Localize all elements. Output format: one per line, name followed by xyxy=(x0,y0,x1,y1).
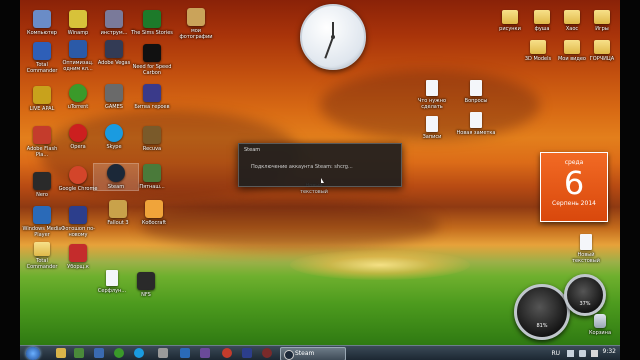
winamp-icon xyxy=(69,10,87,28)
utorrent-icon xyxy=(69,84,87,102)
steam-connect-dialog[interactable]: Steam Подключение аккаунта Steam: shcrg.… xyxy=(238,143,402,187)
desktop-doc-new-text[interactable]: Новый текстовый xyxy=(564,234,608,264)
cleaner-icon xyxy=(69,244,87,262)
taskbar: Steam RU 9:32 xyxy=(0,345,640,360)
nfs2-icon xyxy=(137,272,155,290)
desktop-doc-todo[interactable]: Что нужно сделать xyxy=(410,80,454,110)
taskbar-explorer-icon[interactable] xyxy=(56,348,66,358)
taskbar-app-icon[interactable] xyxy=(94,348,104,358)
desktop-folder-gorchica[interactable]: ГОРЧИЦА xyxy=(580,40,624,62)
photoshop-icon xyxy=(69,206,87,224)
games-icon xyxy=(105,84,123,102)
chrome-icon xyxy=(69,166,87,184)
desktop-icon-nfs2[interactable]: NFS xyxy=(124,272,168,298)
photos-icon xyxy=(187,8,205,26)
taskbar-opera-icon[interactable] xyxy=(180,348,190,358)
language-indicator[interactable]: RU xyxy=(551,350,560,357)
taskbar-skype-icon[interactable] xyxy=(134,348,144,358)
desktop-doc-new-note[interactable]: Новая заметка xyxy=(454,112,498,136)
folder-icon xyxy=(594,10,610,24)
mouse-cursor-icon xyxy=(321,178,324,183)
ram-gauge: 37% xyxy=(564,274,606,316)
desktop-doc-notes[interactable]: Записи xyxy=(410,116,454,140)
desktop-icon-photoshop[interactable]: Фотошоп по-новому xyxy=(56,206,100,238)
start-button[interactable] xyxy=(26,347,40,360)
taskbar-clock[interactable]: 9:32 xyxy=(603,348,616,355)
optimizer-icon xyxy=(69,40,87,58)
calendar-gadget[interactable]: среда 6 Серпень 2014 xyxy=(540,152,608,222)
clock-minute-hand xyxy=(324,37,334,59)
desktop-icon-photos[interactable]: мои фотографии xyxy=(174,8,218,40)
taskbar-recuva-icon[interactable] xyxy=(262,348,272,358)
folder-icon xyxy=(34,242,50,256)
skype-icon xyxy=(105,124,123,142)
document-icon xyxy=(426,80,438,96)
taskbar-photoshop-icon[interactable] xyxy=(242,348,252,358)
tray-network-icon[interactable] xyxy=(567,350,574,357)
folder-icon xyxy=(502,10,518,24)
cpu-gauge: 81% xyxy=(514,284,570,340)
taskbar-steam-button[interactable]: Steam xyxy=(280,347,346,360)
recycle-bin[interactable]: Корзина xyxy=(578,314,622,336)
folder-icon xyxy=(530,40,546,54)
desktop-doc-questions[interactable]: Вопросы xyxy=(454,80,498,104)
folder-icon xyxy=(564,10,580,24)
calendar-day: 6 xyxy=(563,164,585,202)
fallout-icon xyxy=(109,200,127,218)
taskbar-chrome-icon[interactable] xyxy=(222,348,232,358)
taskbar-wmp-icon[interactable] xyxy=(200,348,210,358)
calendar-month-year: Серпень 2014 xyxy=(552,200,596,207)
document-icon xyxy=(470,112,482,128)
folder-icon xyxy=(564,40,580,54)
taskbar-utorrent-icon[interactable] xyxy=(114,348,124,358)
document-icon xyxy=(426,116,438,132)
opera-icon xyxy=(69,124,87,142)
desktop-icon-heroes[interactable]: Битва героев xyxy=(130,84,174,110)
desktop-icon-sims[interactable]: The Sims Stories xyxy=(130,10,174,36)
desktop-icon-recuva[interactable]: Recuva xyxy=(130,126,174,152)
dialog-message: Подключение аккаунта Steam: shcrg... xyxy=(251,164,353,170)
left-border xyxy=(0,0,20,360)
clock-gadget[interactable] xyxy=(300,4,366,70)
right-border xyxy=(620,0,640,360)
clock-center xyxy=(331,35,335,39)
minecraft-icon xyxy=(145,200,163,218)
document-icon xyxy=(106,270,118,286)
dialog-title: Steam xyxy=(244,147,261,153)
desktop-icon-minecraft[interactable]: Кобоcraft xyxy=(132,200,176,226)
nfs-icon xyxy=(143,44,161,62)
vegas-icon xyxy=(105,40,123,58)
puzzle-icon xyxy=(143,164,161,182)
recuva-icon xyxy=(143,126,161,144)
desktop-screen: Компьютер Total Commander LIVE APAL Adob… xyxy=(0,0,640,360)
computer-icon xyxy=(33,10,51,28)
tray-volume-icon[interactable] xyxy=(579,350,586,357)
taskbar-media-icon[interactable] xyxy=(74,348,84,358)
desktop-icon-nfs[interactable]: Need for Speed Carbon xyxy=(130,44,174,76)
sims-icon xyxy=(143,10,161,28)
nero-icon xyxy=(33,172,51,190)
taskbar-winamp-icon[interactable] xyxy=(158,348,168,358)
desktop-icon-cleaner[interactable]: Уборщ.к xyxy=(56,244,100,270)
wallpaper-cloud xyxy=(140,200,440,250)
folder-icon xyxy=(534,10,550,24)
wmp-icon xyxy=(33,206,51,224)
liveapal-icon xyxy=(33,86,51,104)
folder-icon xyxy=(594,40,610,54)
steam-icon xyxy=(284,350,294,360)
tray-flag-icon[interactable] xyxy=(591,350,598,357)
document-icon xyxy=(580,234,592,250)
wallpaper-sun xyxy=(290,250,470,280)
recycle-bin-icon xyxy=(594,314,606,328)
desktop-folder-games[interactable]: Игры xyxy=(580,10,624,32)
steam-icon xyxy=(107,164,125,182)
total-commander-icon xyxy=(33,42,51,60)
tools-icon xyxy=(105,10,123,28)
flash-icon xyxy=(33,126,51,144)
document-icon xyxy=(470,80,482,96)
heroes-icon xyxy=(143,84,161,102)
desktop-icon-puzzle[interactable]: Пятнаш... xyxy=(130,164,174,190)
